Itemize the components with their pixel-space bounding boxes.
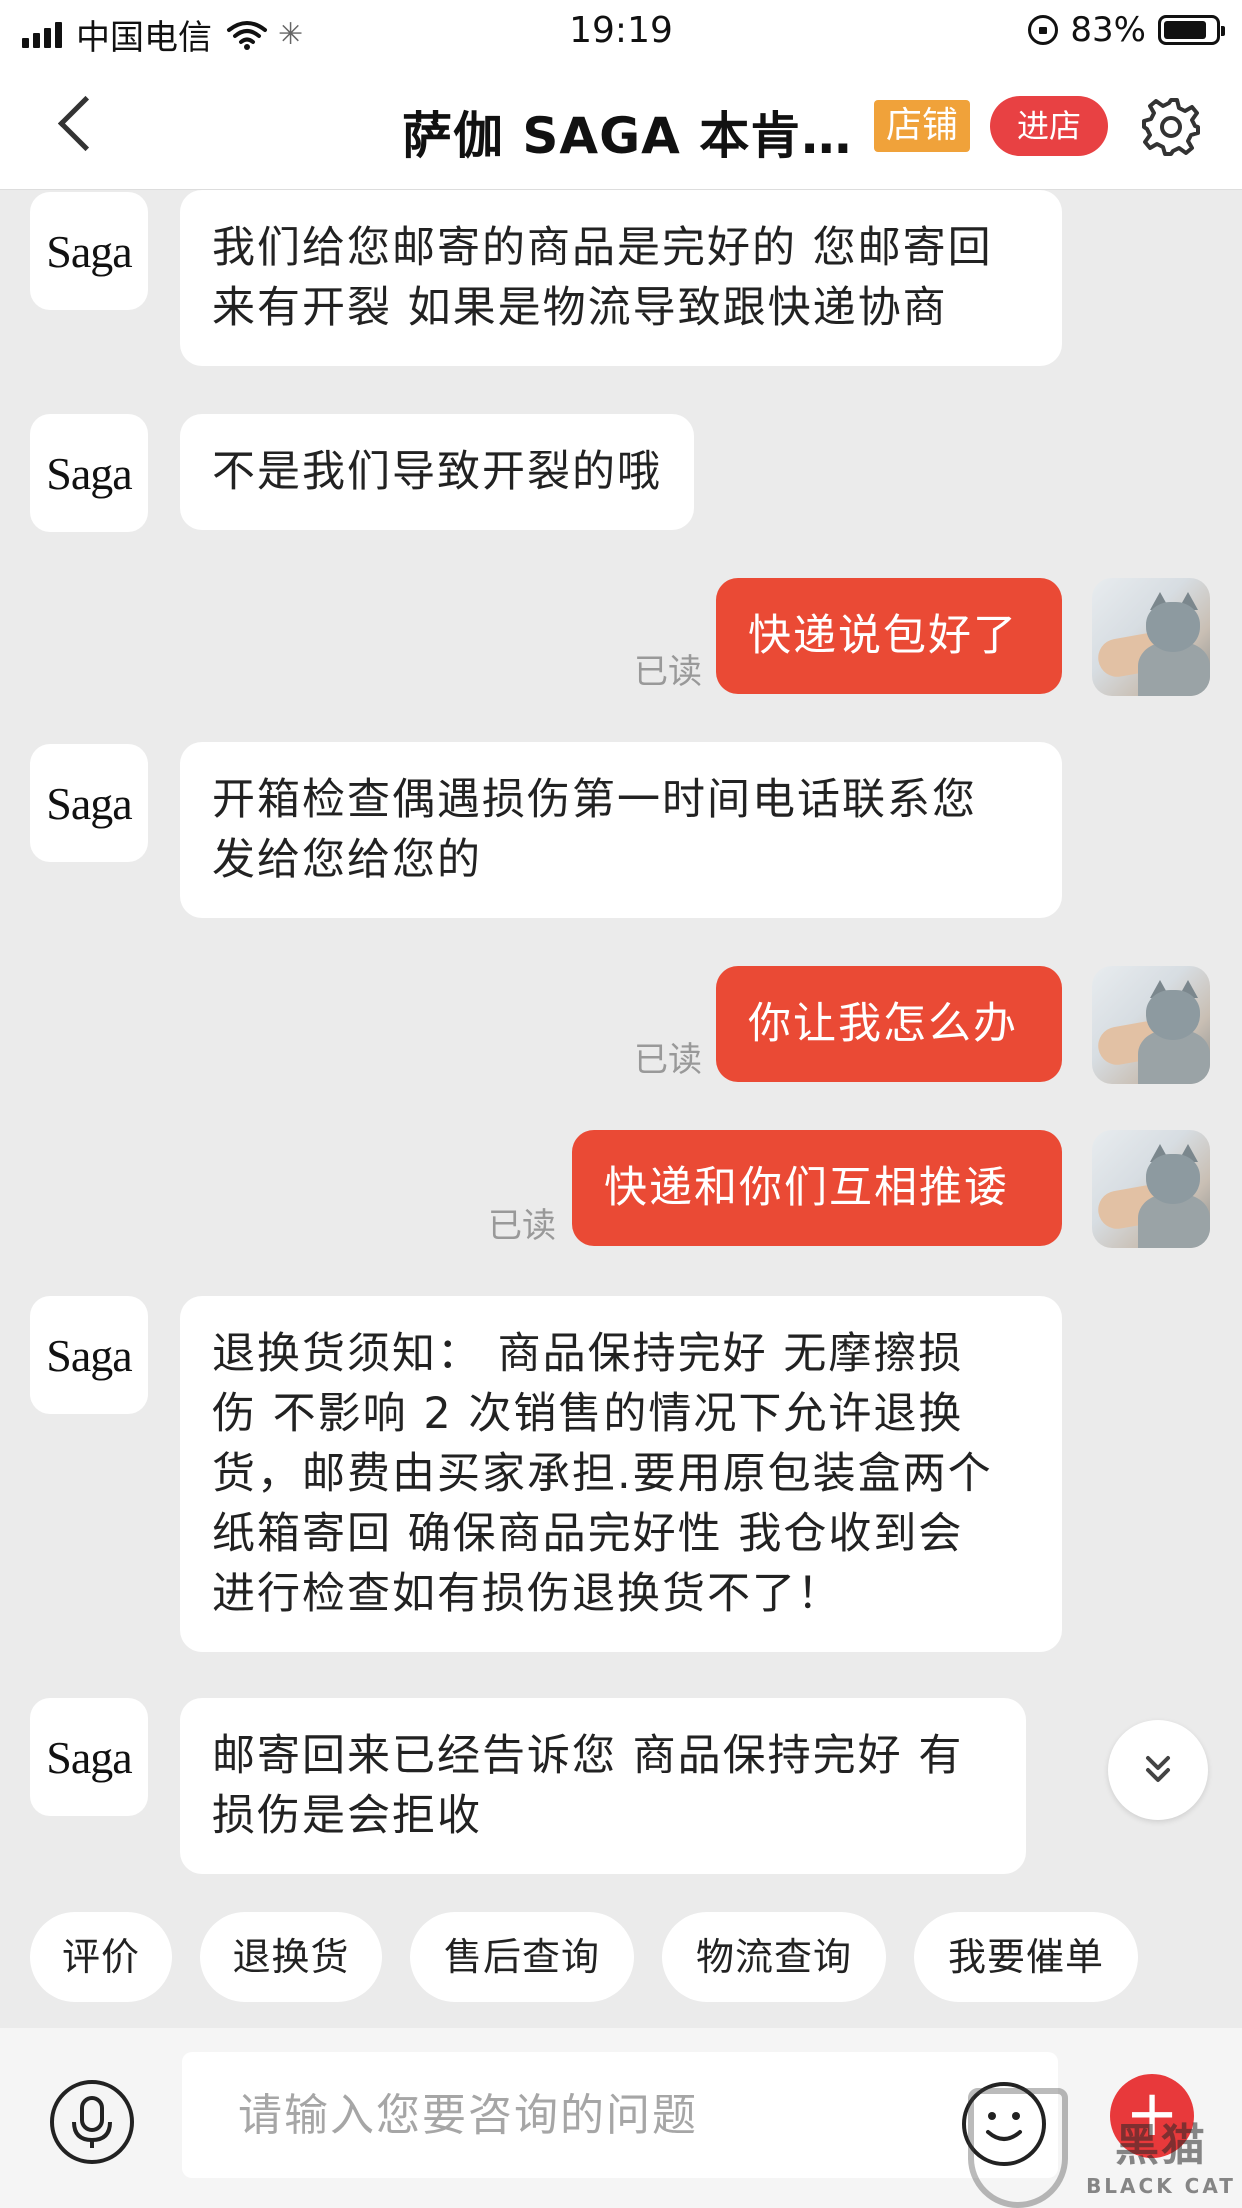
read-status: 已读 — [634, 652, 702, 692]
chat-screen: 中国电信 ✳ 19:19 83% 萨伽 SAGA 本肯… 店铺 进店 Saga … — [0, 0, 1242, 2208]
message-text: 你让我怎么办 — [748, 999, 1018, 1049]
back-icon[interactable] — [50, 96, 110, 156]
message-line: 来有开裂 如果是物流导致跟快递协商 — [212, 283, 948, 333]
message-line: 纸箱寄回 确保商品完好性 我仓收到会 — [212, 1509, 964, 1559]
user-avatar[interactable] — [1092, 578, 1210, 696]
message-line: 不是我们导致开裂的哦 — [212, 447, 662, 497]
message-line: 我们给您邮寄的商品是完好的 您邮寄回 — [212, 223, 993, 273]
read-status: 已读 — [634, 1040, 702, 1080]
message-line: 伤 不影响 2 次销售的情况下允许退换 — [212, 1389, 964, 1439]
message-text: 快递说包好了 — [748, 611, 1018, 661]
quick-reply-return[interactable]: 退换货 — [200, 1912, 382, 2002]
message-text: 快递和你们互相推诿 — [604, 1163, 1009, 1213]
battery-icon — [1158, 15, 1225, 45]
seller-avatar[interactable]: Saga — [30, 414, 148, 532]
seller-avatar[interactable]: Saga — [30, 1698, 148, 1816]
seller-avatar[interactable]: Saga — [30, 744, 148, 862]
read-status: 已读 — [488, 1206, 556, 1246]
message-line: 开箱检查偶遇损伤第一时间电话联系您 — [212, 775, 977, 825]
store-badge: 店铺 — [874, 100, 971, 152]
seller-avatar[interactable]: Saga — [30, 192, 148, 310]
seller-message-bubble[interactable]: 退换货须知： 商品保持完好 无摩擦损 伤 不影响 2 次销售的情况下允许退换 货… — [180, 1296, 1062, 1652]
seller-message-bubble[interactable]: 邮寄回来已经告诉您 商品保持完好 有 损伤是会拒收 — [180, 1698, 1026, 1874]
watermark-sub: BLACK CAT — [1086, 2174, 1236, 2198]
seller-message-bubble[interactable]: 开箱检查偶遇损伤第一时间电话联系您 发给您给您的 — [180, 742, 1062, 918]
my-message-bubble[interactable]: 快递和你们互相推诿 — [572, 1130, 1062, 1246]
page-title: 萨伽 SAGA 本肯… — [402, 107, 853, 165]
user-avatar[interactable] — [1092, 966, 1210, 1084]
message-line: 货，邮费由买家承担.要用原包装盒两个 — [212, 1449, 993, 1499]
message-line: 进行检查如有损伤退换货不了！ — [212, 1569, 842, 1619]
enter-store-button[interactable]: 进店 — [990, 96, 1108, 156]
message-line: 损伤是会拒收 — [212, 1791, 482, 1841]
settings-icon[interactable] — [1140, 96, 1202, 158]
quick-reply-review[interactable]: 评价 — [30, 1912, 172, 2002]
nav-bar: 萨伽 SAGA 本肯… 店铺 进店 — [0, 62, 1242, 190]
scroll-to-bottom-button[interactable] — [1108, 1720, 1208, 1820]
seller-avatar[interactable]: Saga — [30, 1296, 148, 1414]
battery-percent: 83% — [1070, 10, 1146, 50]
quick-reply-aftersales[interactable]: 售后查询 — [410, 1912, 634, 2002]
message-input[interactable] — [182, 2052, 1058, 2178]
input-bar: + 黑猫 BLACK CAT — [0, 2028, 1242, 2208]
seller-message-bubble[interactable]: 我们给您邮寄的商品是完好的 您邮寄回 来有开裂 如果是物流导致跟快递协商 — [180, 190, 1062, 366]
status-bar: 中国电信 ✳ 19:19 83% — [0, 0, 1242, 62]
quick-reply-logistics[interactable]: 物流查询 — [662, 1912, 886, 2002]
chevron-double-down-icon — [1146, 1756, 1170, 1782]
message-line: 退换货须知： 商品保持完好 无摩擦损 — [212, 1329, 964, 1379]
battery-fill — [1164, 21, 1206, 39]
watermark: 黑猫 BLACK CAT — [1080, 2118, 1242, 2208]
seller-message-bubble[interactable]: 不是我们导致开裂的哦 — [180, 414, 694, 530]
status-right: 83% — [1028, 10, 1225, 50]
my-message-bubble[interactable]: 你让我怎么办 — [716, 966, 1062, 1082]
my-message-bubble[interactable]: 快递说包好了 — [716, 578, 1062, 694]
watermark-shield-icon — [968, 2088, 1068, 2208]
rotation-lock-icon — [1028, 15, 1059, 45]
quick-reply-urge[interactable]: 我要催单 — [914, 1912, 1138, 2002]
microphone-icon[interactable] — [50, 2080, 134, 2164]
watermark-main: 黑猫 — [1115, 2120, 1207, 2171]
message-line: 邮寄回来已经告诉您 商品保持完好 有 — [212, 1731, 964, 1781]
user-avatar[interactable] — [1092, 1130, 1210, 1248]
message-line: 发给您给您的 — [212, 835, 482, 885]
